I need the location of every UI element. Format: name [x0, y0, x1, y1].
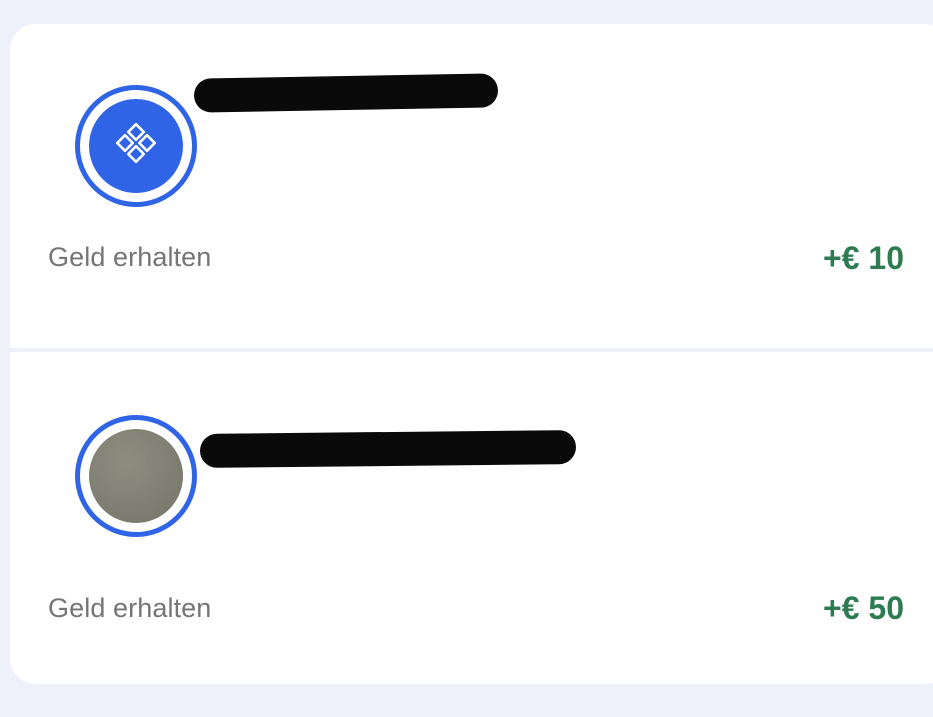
transaction-row[interactable]: Geld erhalten +€ 50	[10, 352, 933, 684]
transactions-card: Geld erhalten +€ 10 Geld erhalten +€ 50	[10, 24, 933, 684]
profile-photo	[89, 429, 183, 523]
diamond-grid-icon	[89, 99, 183, 193]
transaction-description: Geld erhalten	[48, 593, 212, 623]
transaction-description: Geld erhalten	[48, 242, 212, 272]
redacted-sender-name	[199, 430, 577, 468]
avatar	[75, 85, 197, 207]
avatar	[75, 415, 197, 537]
transaction-amount: +€ 10	[823, 240, 904, 276]
diamond-grid-icon-glyph	[115, 122, 157, 164]
transaction-amount: +€ 50	[823, 590, 904, 626]
redacted-sender-name	[193, 73, 499, 113]
transaction-row[interactable]: Geld erhalten +€ 10	[10, 24, 933, 348]
